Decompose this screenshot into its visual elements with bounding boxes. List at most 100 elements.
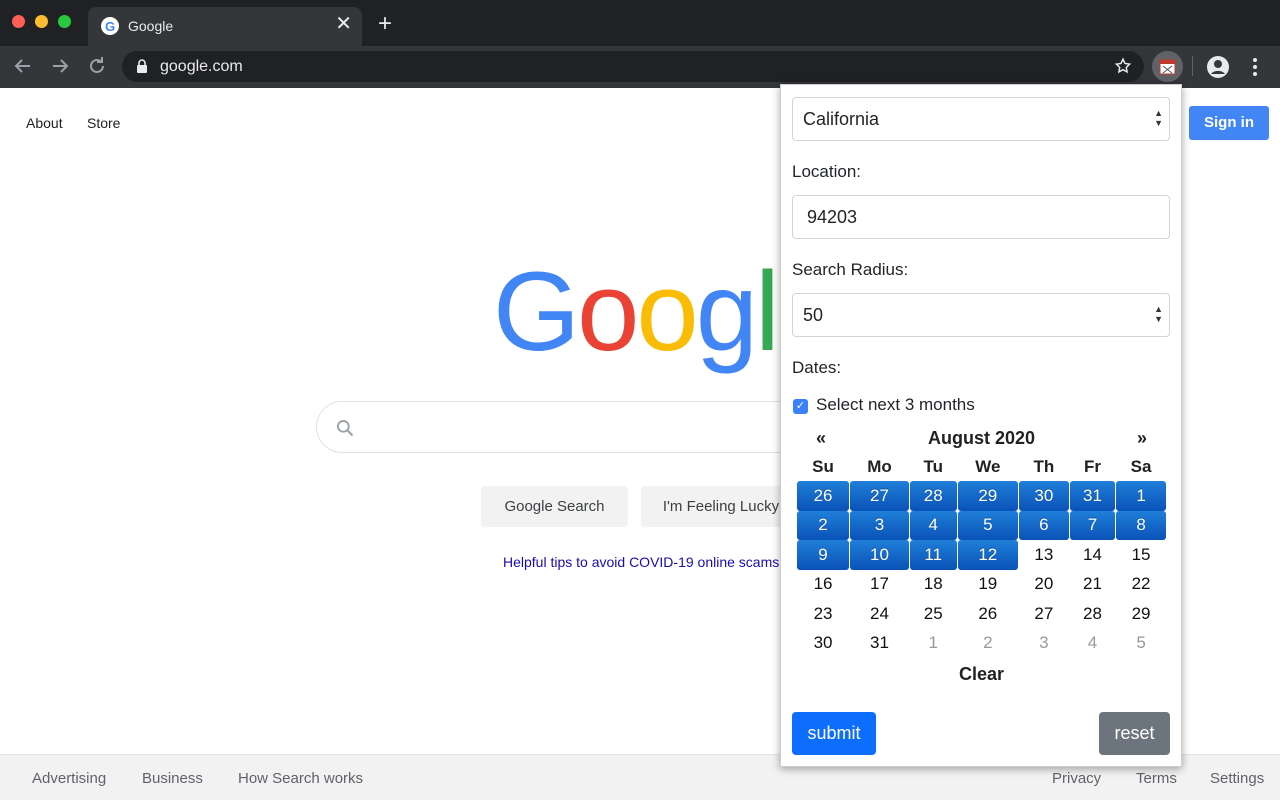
calendar-day[interactable]: 25 [910,599,957,629]
about-link[interactable]: About [26,115,63,131]
calendar-day[interactable]: 26 [958,599,1018,629]
calendar-day[interactable]: 29 [957,481,1018,511]
calendar-day[interactable]: 9 [797,540,850,570]
calendar-day[interactable]: 2 [958,629,1018,659]
calendar-day[interactable]: 28 [909,481,957,511]
browser-tab[interactable]: G Google ✕ [88,7,362,46]
calendar-day[interactable]: 1 [1116,481,1166,511]
new-tab-icon[interactable]: + [378,12,392,36]
weekday-label: Tu [923,456,943,476]
state-select[interactable]: California ▲ ▼ [792,97,1170,141]
location-label: Location: [792,162,861,181]
bookmark-star-icon[interactable] [1114,57,1132,75]
sign-in-button[interactable]: Sign in [1189,106,1269,140]
calendar-day[interactable]: 10 [850,540,909,570]
google-search-button[interactable]: Google Search [481,486,628,527]
calendar-day[interactable]: 27 [850,481,909,511]
calendar-header: August 2020 « » [796,423,1167,452]
calendar-day[interactable]: 16 [797,570,849,600]
calendar-day[interactable]: 21 [1070,570,1115,600]
forward-arrow-icon[interactable] [48,54,72,78]
calendar-day[interactable]: 20 [1019,570,1069,600]
calendar-week-row: 26 27 28 29 30 31 1 [797,481,1166,511]
calendar-day[interactable]: 11 [909,540,957,570]
calendar-day[interactable]: 15 [1116,540,1166,570]
calendar-week-row: 2345678 [797,510,1166,540]
footer-link-settings[interactable]: Settings [1210,770,1264,787]
calendar-day[interactable]: 30 [797,629,849,659]
calendar-day[interactable]: 5 [1116,629,1166,659]
calendar-month-title[interactable]: August 2020 [796,428,1167,449]
footer-link-advertising[interactable]: Advertising [32,770,106,787]
location-input-value: 94203 [807,207,858,227]
dates-label: Dates: [792,358,842,377]
calendar-week-row: 30 31 1 2 3 4 5 [797,629,1166,659]
calendar-day[interactable]: 14 [1070,540,1115,570]
calendar-day[interactable]: 12 [957,540,1018,570]
calendar-day[interactable]: 31 [1069,481,1116,511]
profile-avatar-icon[interactable] [1206,55,1230,79]
feeling-lucky-button[interactable]: I'm Feeling Lucky [641,486,801,527]
select-next-months-label[interactable]: Select next 3 months [816,395,975,415]
calendar-day[interactable]: 1 [910,629,957,659]
footer-link-terms[interactable]: Terms [1136,770,1177,787]
calendar-grid: Su Mo Tu We Th Fr Sa 26 27 28 29 30 31 1 2 3 4 5 6 7… [796,452,1167,658]
maximize-window-icon[interactable] [58,15,71,28]
calendar-day[interactable]: 19 [958,570,1018,600]
calendar-day[interactable]: 4 [1070,629,1115,659]
calendar-day[interactable]: 23 [797,599,849,629]
calendar-day[interactable]: 3 [850,510,909,540]
weekday-label: Mo [867,456,892,476]
calendar-day[interactable]: 2 [797,510,850,540]
search-radius-select[interactable]: 50 ▲ ▼ [792,293,1170,337]
calendar-day[interactable]: 4 [909,510,957,540]
calendar-clear-button[interactable]: Clear [796,664,1167,685]
minimize-window-icon[interactable] [35,15,48,28]
calendar-day[interactable]: 8 [1116,510,1166,540]
reload-icon[interactable] [85,54,109,78]
extension-popup: California ▲ ▼ Location: 94203 Search Rad… [780,84,1182,767]
covid-tips-link[interactable]: Helpful tips to avoid COVID-19 online sc… [503,554,779,570]
calendar-prev-button[interactable]: « [816,428,826,449]
calendar-week-row: 23 24 25 26 27 28 29 [797,599,1166,629]
calendar-day[interactable]: 31 [850,629,909,659]
weekday-label: Sa [1130,456,1152,476]
tab-title: Google [128,18,174,34]
calendar-day[interactable]: 18 [910,570,957,600]
toolbar-divider [1192,56,1193,76]
select-arrows-icon: ▲ ▼ [1154,304,1163,324]
calendar-day[interactable]: 17 [850,570,909,600]
calendar-day[interactable]: 22 [1116,570,1166,600]
reset-button[interactable]: reset [1099,712,1170,755]
calendar-day[interactable]: 7 [1069,510,1116,540]
calendar-next-button[interactable]: » [1137,428,1147,449]
calendar-day[interactable]: 6 [1019,510,1069,540]
weekday-label: We [975,456,1001,476]
store-link[interactable]: Store [87,115,120,131]
close-window-icon[interactable] [12,15,25,28]
calendar-day[interactable]: 24 [850,599,909,629]
back-arrow-icon[interactable] [11,54,35,78]
calendar-day[interactable]: 26 [797,481,850,511]
search-radius-value: 50 [803,305,824,325]
calendar-day[interactable]: 5 [957,510,1018,540]
calendar-day[interactable]: 30 [1019,481,1069,511]
calendar-day[interactable]: 13 [1019,540,1069,570]
location-input[interactable]: 94203 [792,195,1170,239]
footer-link-how-search-works[interactable]: How Search works [238,770,363,787]
submit-button[interactable]: submit [792,712,876,755]
lock-icon [137,59,147,73]
address-bar[interactable]: google.com [122,51,1144,82]
calendar-day[interactable]: 3 [1019,629,1069,659]
calendar-day[interactable]: 29 [1116,599,1166,629]
calendar-extension-icon[interactable] [1152,51,1183,82]
menu-kebab-icon[interactable] [1247,55,1263,79]
select-next-months-checkbox[interactable]: ✓ [793,399,808,414]
footer-link-business[interactable]: Business [142,770,203,787]
footer-link-privacy[interactable]: Privacy [1052,770,1101,787]
url-text: google.com [160,58,243,75]
weekday-label: Su [812,456,834,476]
close-tab-icon[interactable]: ✕ [335,14,352,34]
calendar-day[interactable]: 27 [1019,599,1069,629]
calendar-day[interactable]: 28 [1070,599,1115,629]
